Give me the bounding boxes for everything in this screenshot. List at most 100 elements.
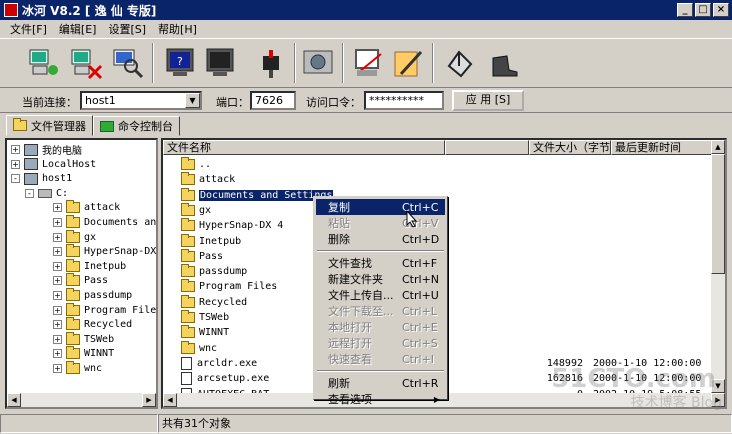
- menu-item-shortcut: Ctrl+U: [402, 288, 439, 302]
- tree-item[interactable]: + Inetpub: [53, 258, 126, 274]
- menu-settings[interactable]: 设置[S]: [102, 21, 152, 37]
- tree-item[interactable]: + Program Files: [53, 302, 156, 318]
- exit-icon[interactable]: [484, 43, 524, 83]
- expand-icon[interactable]: +: [53, 247, 62, 257]
- expand-icon[interactable]: +: [53, 203, 62, 213]
- expand-icon[interactable]: +: [53, 232, 62, 242]
- tree-item[interactable]: + LocalHost: [11, 157, 96, 172]
- tree-item[interactable]: + HyperSnap-DX 4: [53, 244, 156, 259]
- column-modified[interactable]: 最后更新时间: [611, 140, 713, 155]
- file-name: HyperSnap-DX 4: [199, 220, 284, 232]
- connection-bar: 当前连接： host1 ▼ 端口： 7626 访问口令： ********** …: [0, 89, 732, 113]
- file-list-vertical-scrollbar[interactable]: ▲ ▼: [711, 140, 725, 393]
- computer-icon: [24, 172, 38, 185]
- screen-view-icon[interactable]: ?: [160, 43, 200, 83]
- context-menu-item[interactable]: 查看选项 ▶: [316, 391, 445, 407]
- connect-icon[interactable]: [24, 43, 64, 83]
- expand-icon[interactable]: +: [53, 320, 62, 330]
- computer-icon: [24, 143, 38, 156]
- port-input[interactable]: 7626: [250, 91, 296, 110]
- file-row[interactable]: ..: [165, 157, 711, 172]
- drive-icon: [38, 188, 52, 198]
- expand-icon[interactable]: +: [11, 145, 20, 154]
- tree-item[interactable]: + passdump: [53, 288, 132, 303]
- tree-item[interactable]: + Documents and S: [53, 215, 156, 230]
- expand-icon[interactable]: +: [53, 291, 62, 300]
- context-menu-item: 粘贴 Ctrl+V: [316, 215, 445, 231]
- expand-icon[interactable]: +: [53, 349, 62, 359]
- context-menu-item[interactable]: 复制 Ctrl+C: [316, 199, 445, 215]
- file-name: passdump: [199, 266, 248, 278]
- tree-item-label: Recycled: [84, 319, 133, 331]
- mail-icon[interactable]: [252, 43, 292, 83]
- tree-horizontal-scrollbar[interactable]: ◀ ▶: [7, 393, 156, 407]
- column-name[interactable]: 文件名称: [163, 140, 445, 155]
- scroll-left-icon[interactable]: ◀: [163, 393, 177, 407]
- apply-button[interactable]: 应 用 [S]: [452, 90, 524, 111]
- folder-icon: [181, 294, 195, 308]
- maximize-button[interactable]: □: [695, 3, 711, 17]
- tree-item[interactable]: - C:: [25, 186, 68, 201]
- folder-icon: [181, 172, 195, 186]
- collapse-icon[interactable]: -: [25, 188, 34, 198]
- scroll-left-icon[interactable]: ◀: [7, 393, 21, 407]
- expand-icon[interactable]: +: [53, 261, 62, 271]
- scroll-thumb[interactable]: [711, 154, 725, 274]
- tree-item[interactable]: + WINNT: [53, 346, 114, 361]
- context-menu-item[interactable]: 删除 Ctrl+D: [316, 231, 445, 247]
- tree-item[interactable]: - host1: [11, 171, 72, 186]
- chevron-down-icon[interactable]: ▼: [185, 93, 200, 108]
- expand-icon[interactable]: +: [53, 334, 62, 344]
- context-menu-item[interactable]: 文件查找 Ctrl+F: [316, 255, 445, 271]
- tree-item[interactable]: + Recycled: [53, 317, 132, 332]
- expand-icon[interactable]: +: [53, 218, 62, 227]
- settings-icon[interactable]: [298, 43, 338, 83]
- menu-file[interactable]: 文件[F]: [4, 21, 53, 37]
- tree-item[interactable]: + 我的电脑: [11, 142, 82, 157]
- editor-icon[interactable]: [388, 43, 428, 83]
- menu-item-label: 复制: [328, 201, 350, 214]
- folder-icon: [181, 264, 195, 278]
- folder-icon: [181, 218, 195, 232]
- close-button[interactable]: ×: [713, 3, 729, 17]
- expand-icon[interactable]: +: [53, 364, 62, 373]
- file-name: TSWeb: [199, 312, 230, 323]
- password-input[interactable]: **********: [364, 91, 444, 110]
- tree-item-label: passdump: [84, 290, 133, 301]
- file-name: gx: [199, 204, 212, 216]
- collapse-icon[interactable]: -: [11, 174, 20, 184]
- host-select[interactable]: host1 ▼: [80, 91, 202, 110]
- context-menu-item[interactable]: 新建文件夹 Ctrl+N: [316, 271, 445, 287]
- context-menu-item[interactable]: 刷新 Ctrl+R: [316, 375, 445, 391]
- minimize-button[interactable]: _: [677, 3, 693, 17]
- search-host-icon[interactable]: [108, 43, 148, 83]
- upgrade-icon[interactable]: [440, 43, 480, 83]
- config-server-icon[interactable]: [348, 43, 388, 83]
- screen-control-icon[interactable]: [200, 43, 240, 83]
- menu-help[interactable]: 帮助[H]: [152, 21, 203, 37]
- menu-bar: 文件[F] 编辑[E] 设置[S] 帮助[H]: [0, 20, 732, 38]
- column-size[interactable]: 文件大小（字节）: [529, 140, 611, 155]
- menu-item-label: 查看选项: [328, 393, 372, 406]
- scroll-up-icon[interactable]: ▲: [711, 140, 725, 154]
- file-name: wnc: [199, 342, 218, 354]
- menu-item-label: 文件查找: [328, 257, 372, 270]
- menu-edit[interactable]: 编辑[E]: [53, 21, 103, 37]
- tab-command-console[interactable]: 命令控制台: [93, 116, 180, 136]
- tree-item[interactable]: + attack: [53, 200, 120, 215]
- tree-item-label: host1: [42, 173, 73, 185]
- context-menu-item[interactable]: 文件上传自... Ctrl+U: [316, 287, 445, 303]
- menu-item-shortcut: Ctrl+I: [402, 352, 435, 366]
- expand-icon[interactable]: +: [11, 159, 20, 169]
- tree-item[interactable]: + wnc: [53, 361, 102, 376]
- scroll-right-icon[interactable]: ▶: [142, 393, 156, 407]
- expand-icon[interactable]: +: [53, 276, 62, 286]
- file-icon: [181, 356, 192, 370]
- tree-item[interactable]: + TSWeb: [53, 331, 114, 347]
- tree-item[interactable]: + Pass: [53, 273, 108, 288]
- expand-icon[interactable]: +: [53, 305, 62, 315]
- tab-file-manager[interactable]: 文件管理器: [6, 115, 93, 136]
- disconnect-icon[interactable]: [66, 43, 106, 83]
- file-row[interactable]: attack: [165, 172, 711, 187]
- tree-item[interactable]: + gx: [53, 229, 96, 245]
